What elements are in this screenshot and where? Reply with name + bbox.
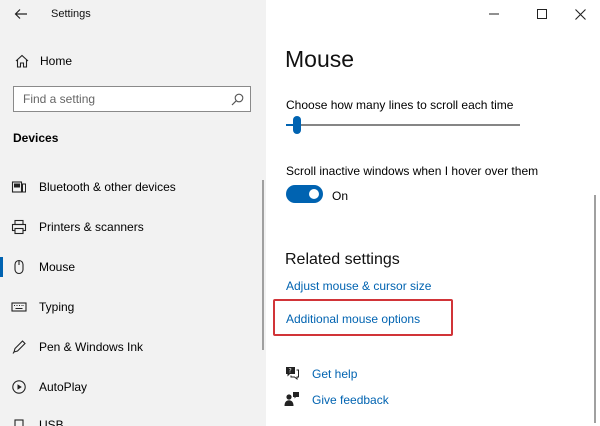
sidebar-item-label: Bluetooth & other devices [39, 180, 176, 194]
back-button[interactable] [11, 5, 31, 23]
close-icon [574, 8, 586, 20]
additional-mouse-options-link[interactable]: Additional mouse options [286, 312, 420, 326]
scroll-lines-label: Choose how many lines to scroll each tim… [286, 98, 514, 112]
autoplay-icon [12, 380, 26, 394]
pen-icon [12, 340, 26, 354]
minimize-icon [489, 13, 499, 15]
sidebar-item-label: USB [39, 418, 64, 426]
home-icon [15, 54, 29, 68]
home-label: Home [40, 54, 73, 68]
minimize-button[interactable] [474, 0, 514, 28]
sidebar-item-typing[interactable]: Typing [0, 292, 266, 322]
sidebar-scrollbar[interactable] [262, 180, 264, 350]
sidebar-item-printers[interactable]: Printers & scanners [0, 212, 266, 242]
selection-indicator [0, 257, 3, 277]
maximize-icon [537, 9, 547, 19]
usb-icon [14, 419, 24, 426]
svg-text:?: ? [289, 368, 292, 375]
mouse-icon [14, 259, 24, 275]
get-help-row[interactable]: ? Get help [284, 364, 484, 384]
help-chat-icon: ? [286, 367, 299, 381]
search-input[interactable] [14, 87, 214, 111]
sidebar-item-pen[interactable]: Pen & Windows Ink [0, 332, 266, 362]
sidebar-item-label: Printers & scanners [39, 220, 144, 234]
scroll-lines-slider[interactable] [286, 116, 520, 134]
toggle-state-label: On [332, 189, 349, 203]
bluetooth-icon [11, 181, 26, 193]
toggle-knob [309, 189, 319, 199]
feedback-icon [284, 392, 299, 406]
search-icon[interactable] [231, 93, 244, 106]
content-pane: Mouse Choose how many lines to scroll ea… [266, 0, 600, 426]
maximize-button[interactable] [522, 0, 562, 28]
get-help-link[interactable]: Get help [312, 367, 357, 381]
inactive-scroll-toggle[interactable] [286, 185, 323, 203]
sidebar: Settings Home Devices Bluetooth & other … [0, 0, 266, 426]
sidebar-item-label: Typing [39, 300, 75, 314]
give-feedback-link[interactable]: Give feedback [312, 393, 389, 407]
related-settings-heading: Related settings [285, 251, 400, 268]
sidebar-item-label: AutoPlay [39, 380, 88, 394]
content-scrollbar[interactable] [594, 195, 596, 423]
sidebar-item-home[interactable]: Home [0, 46, 266, 76]
slider-track [286, 124, 520, 126]
adjust-mouse-size-link[interactable]: Adjust mouse & cursor size [286, 279, 431, 293]
search-box[interactable] [13, 86, 251, 112]
sidebar-item-usb[interactable]: USB [0, 410, 266, 426]
inactive-scroll-label: Scroll inactive windows when I hover ove… [286, 164, 539, 178]
sidebar-item-autoplay[interactable]: AutoPlay [0, 372, 266, 402]
sidebar-item-mouse[interactable]: Mouse [0, 252, 266, 282]
close-button[interactable] [560, 0, 600, 28]
sidebar-item-label: Pen & Windows Ink [39, 340, 144, 354]
section-title: Devices [13, 131, 59, 145]
app-title: Settings [51, 8, 91, 20]
sidebar-item-bluetooth[interactable]: Bluetooth & other devices [0, 172, 266, 202]
printer-icon [11, 219, 27, 235]
slider-thumb[interactable] [292, 116, 301, 134]
back-arrow-icon [14, 9, 27, 19]
give-feedback-row[interactable]: Give feedback [284, 390, 484, 410]
sidebar-item-label: Mouse [39, 260, 76, 274]
keyboard-icon [11, 302, 27, 312]
page-title: Mouse [285, 46, 355, 72]
